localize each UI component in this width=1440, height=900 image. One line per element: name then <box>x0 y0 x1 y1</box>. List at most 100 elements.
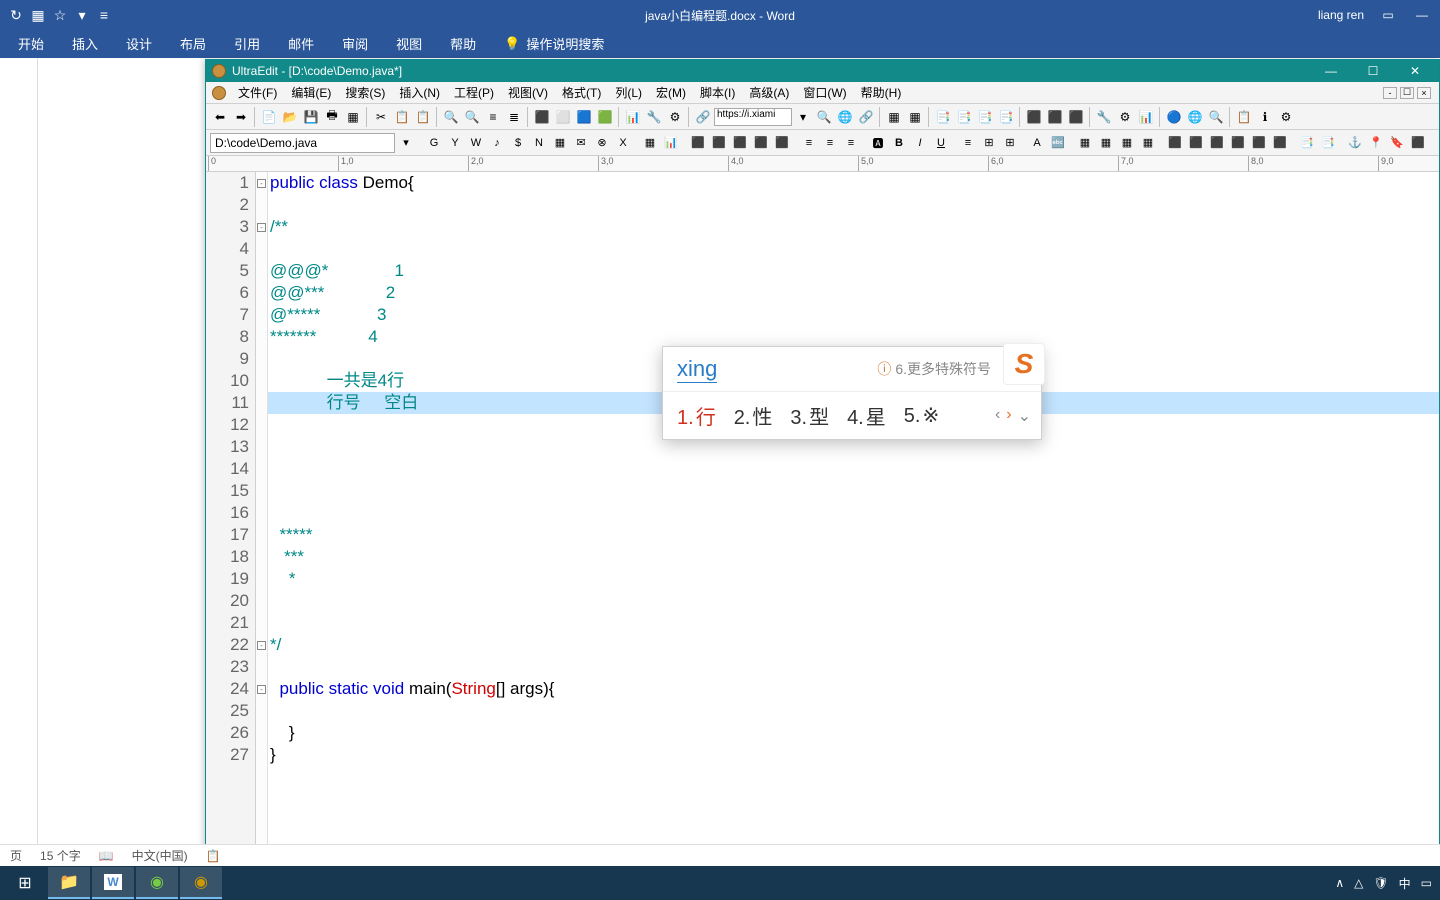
code-line[interactable]: public class Demo{ <box>268 172 1439 194</box>
grid-icon[interactable]: ▦ <box>30 7 46 23</box>
fold-marker[interactable]: - <box>256 172 267 194</box>
code-line[interactable] <box>268 194 1439 216</box>
code-line[interactable]: } <box>268 722 1439 744</box>
tray-up-icon[interactable]: ∧ <box>1335 876 1344 890</box>
toolbar-btn2-26[interactable]: ℹ <box>1255 107 1275 127</box>
toolbar-btn2-11[interactable]: 📑 <box>996 107 1016 127</box>
toolbar2-btn-2[interactable]: W <box>466 133 486 153</box>
status-page[interactable]: 页 <box>10 847 22 864</box>
toolbar2-btn-51[interactable]: ⚓ <box>1345 133 1365 153</box>
toolbar-btn2-22[interactable]: 🌐 <box>1185 107 1205 127</box>
ime-candidate[interactable]: 5.※ <box>904 403 939 428</box>
code-line[interactable]: } <box>268 744 1439 766</box>
toolbar2-btn-6[interactable]: ▦ <box>550 133 570 153</box>
toolbar-btn2-15[interactable]: ⬛ <box>1066 107 1086 127</box>
toolbar-btn-23[interactable]: 📊 <box>623 107 643 127</box>
ime-expand-icon[interactable]: ⌄ <box>1018 406 1031 426</box>
toolbar-btn-0[interactable]: ⬅ <box>210 107 230 127</box>
code-line[interactable] <box>268 458 1439 480</box>
toolbar2-btn-18[interactable]: ⬛ <box>772 133 792 153</box>
fold-marker[interactable]: - <box>256 216 267 238</box>
toolbar2-btn-22[interactable]: ≡ <box>841 133 861 153</box>
toolbar2-btn-38[interactable]: ▦ <box>1117 133 1137 153</box>
ue-close-button[interactable]: ✕ <box>1395 61 1435 81</box>
toolbar-btn2-1[interactable]: 🔍 <box>814 107 834 127</box>
toolbar2-btn-24[interactable]: 🅰 <box>868 133 888 153</box>
word-ribbon-options-icon[interactable]: ▭ <box>1378 8 1398 22</box>
toolbar-btn2-2[interactable]: 🌐 <box>835 107 855 127</box>
code-line[interactable]: /** <box>268 216 1439 238</box>
menu-help[interactable]: 帮助(H) <box>855 82 908 103</box>
ue-minimize-button[interactable]: — <box>1311 61 1351 81</box>
mdi-minimize-icon[interactable]: - <box>1383 87 1397 99</box>
ime-candidate[interactable]: 2.性 <box>734 401 773 430</box>
code-line[interactable]: @@*** 2 <box>268 282 1439 304</box>
toolbar-btn-9[interactable]: ✂ <box>371 107 391 127</box>
menu-script[interactable]: 脚本(I) <box>694 82 741 103</box>
toolbar2-btn-14[interactable]: ⬛ <box>688 133 708 153</box>
menu-edit[interactable]: 编辑(E) <box>285 82 337 103</box>
toolbar-btn2-23[interactable]: 🔍 <box>1206 107 1226 127</box>
toolbar-btn-4[interactable]: 📂 <box>280 107 300 127</box>
menu-insert[interactable]: 插入(N) <box>393 82 446 103</box>
ime-candidate[interactable]: 4.星 <box>847 401 886 430</box>
toolbar-btn2-18[interactable]: ⚙ <box>1115 107 1135 127</box>
ue-file-dropdown[interactable] <box>210 133 395 153</box>
mdi-restore-icon[interactable]: ☐ <box>1400 87 1414 99</box>
toolbar-btn2-17[interactable]: 🔧 <box>1094 107 1114 127</box>
code-line[interactable] <box>268 480 1439 502</box>
menu-search[interactable]: 搜索(S) <box>339 82 391 103</box>
toolbar-btn2-8[interactable]: 📑 <box>933 107 953 127</box>
toolbar-btn2-14[interactable]: ⬛ <box>1045 107 1065 127</box>
toolbar2-btn-39[interactable]: ▦ <box>1138 133 1158 153</box>
toolbar-btn2-5[interactable]: ▦ <box>884 107 904 127</box>
toolbar2-btn-49[interactable]: 📑 <box>1318 133 1338 153</box>
toolbar-btn2-0[interactable]: ▾ <box>793 107 813 127</box>
toolbar2-btn-41[interactable]: ⬛ <box>1165 133 1185 153</box>
toolbar2-btn-9[interactable]: X <box>613 133 633 153</box>
code-line[interactable]: ***** <box>268 524 1439 546</box>
toolbar-btn-20[interactable]: 🟦 <box>574 107 594 127</box>
tray-shield-icon[interactable]: 🛡 <box>1373 876 1388 890</box>
tab-layout[interactable]: 布局 <box>166 29 220 58</box>
toolbar2-btn-20[interactable]: ≡ <box>799 133 819 153</box>
taskbar-taskview-icon[interactable]: ⊞ <box>4 868 46 898</box>
ue-titlebar[interactable]: UltraEdit - [D:\code\Demo.java*] — ☐ ✕ <box>206 60 1439 82</box>
tab-design[interactable]: 设计 <box>112 29 166 58</box>
ime-hint[interactable]: ⓘ6.更多特殊符号 <box>877 359 991 379</box>
toolbar2-btn-16[interactable]: ⬛ <box>730 133 750 153</box>
toolbar-btn2-9[interactable]: 📑 <box>954 107 974 127</box>
menu-format[interactable]: 格式(T) <box>556 82 607 103</box>
toolbar-btn-19[interactable]: ⬜ <box>553 107 573 127</box>
toolbar2-btn-7[interactable]: ✉ <box>571 133 591 153</box>
toolbar-btn2-21[interactable]: 🔵 <box>1164 107 1184 127</box>
toolbar-btn-18[interactable]: ⬛ <box>532 107 552 127</box>
toolbar2-btn-37[interactable]: ▦ <box>1096 133 1116 153</box>
toolbar2-btn-53[interactable]: 🔖 <box>1387 133 1407 153</box>
code-line[interactable] <box>268 700 1439 722</box>
toolbar-btn-1[interactable]: ➡ <box>231 107 251 127</box>
toolbar-btn-6[interactable]: 🖶 <box>322 107 342 127</box>
ime-prev-icon[interactable]: ‹ <box>995 406 1000 426</box>
tab-insert[interactable]: 插入 <box>58 29 112 58</box>
more-icon[interactable]: ≡ <box>96 7 112 23</box>
tellme[interactable]: 💡 操作说明搜索 <box>490 29 618 58</box>
status-language[interactable]: 中文(中国) <box>132 847 188 864</box>
dropdown-icon[interactable]: ▾ <box>74 7 90 23</box>
toolbar2-btn-17[interactable]: ⬛ <box>751 133 771 153</box>
toolbar2-btn-27[interactable]: U <box>931 133 951 153</box>
toolbar2-btn-52[interactable]: 📍 <box>1366 133 1386 153</box>
tab-mailings[interactable]: 邮件 <box>274 29 328 58</box>
toolbar-btn-27[interactable]: 🔗 <box>693 107 713 127</box>
toolbar2-btn-3[interactable]: ♪ <box>487 133 507 153</box>
fold-marker[interactable]: - <box>256 678 267 700</box>
toolbar2-btn-43[interactable]: ⬛ <box>1207 133 1227 153</box>
toolbar-btn-24[interactable]: 🔧 <box>644 107 664 127</box>
toolbar2-btn-34[interactable]: 🔤 <box>1048 133 1068 153</box>
menu-macro[interactable]: 宏(M) <box>650 82 692 103</box>
toolbar-btn-7[interactable]: ▦ <box>343 107 363 127</box>
toolbar-btn2-6[interactable]: ▦ <box>905 107 925 127</box>
toolbar2-btn-1[interactable]: Y <box>445 133 465 153</box>
toolbar-btn-10[interactable]: 📋 <box>392 107 412 127</box>
tab-references[interactable]: 引用 <box>220 29 274 58</box>
